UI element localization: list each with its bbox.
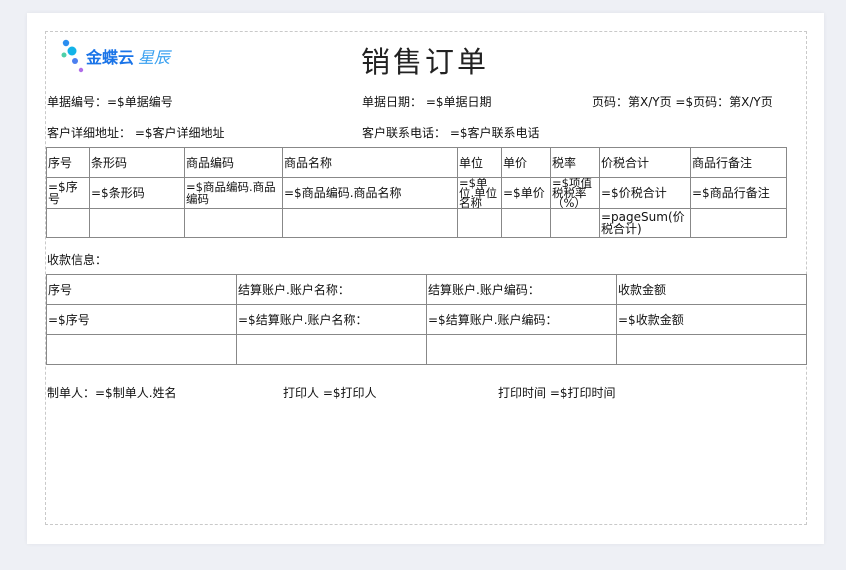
table-cell (690, 208, 787, 238)
logo-dots-icon (61, 39, 84, 73)
goods-sum-row: =pageSum(价税合计) (46, 208, 787, 238)
table-cell: =$条形码 (89, 177, 185, 209)
brand-logo: 金蝶云 星辰 (60, 38, 180, 74)
table-cell: =$序号 (46, 304, 237, 335)
logo-text: 金蝶云 星辰 (86, 44, 170, 68)
header-cell: 商品行备注 (690, 147, 787, 178)
table-cell (236, 334, 427, 365)
customer-address-field: 客户详细地址： =$客户详细地址 (47, 126, 225, 140)
table-cell (616, 334, 807, 365)
header-cell: 商品名称 (282, 147, 458, 178)
header-cell: 序号 (46, 274, 237, 305)
payment-empty-row (46, 334, 807, 365)
bill-date-field: 单据日期： =$单据日期 (362, 95, 492, 109)
header-cell: 单位 (457, 147, 502, 178)
header-cell: 商品编码 (184, 147, 283, 178)
table-cell: =$结算账户.账户编码： (426, 304, 617, 335)
table-cell: =$商品编码.商品编码 (184, 177, 283, 209)
table-cell (46, 208, 90, 238)
header-cell: 收款金额 (616, 274, 807, 305)
customer-phone-field: 客户联系电话： =$客户联系电话 (362, 126, 540, 140)
header-cell: 条形码 (89, 147, 185, 178)
logo-sub: 星辰 (138, 48, 171, 67)
bill-no-field: 单据编号：=$单据编号 (47, 95, 173, 109)
payment-table: 序号 结算账户.账户名称： 结算账户.账户编码： 收款金额 =$序号 =$结算账… (46, 274, 807, 365)
document-title: 销售订单 (360, 45, 489, 79)
table-cell (184, 208, 283, 238)
page-sum-cell: =pageSum(价税合计) (599, 208, 691, 238)
table-cell: =$单价 (501, 177, 551, 209)
payment-section-label: 收款信息： (47, 253, 108, 267)
payment-data-row: =$序号 =$结算账户.账户名称： =$结算账户.账户编码： =$收款金额 (46, 304, 807, 335)
table-cell: =$价税合计 (599, 177, 691, 209)
table-cell (282, 208, 458, 238)
table-cell: =$单位.单位名称 (457, 177, 502, 209)
table-cell: =$结算账户.账户名称： (236, 304, 427, 335)
header-cell: 结算账户.账户编码： (426, 274, 617, 305)
header-cell: 结算账户.账户名称： (236, 274, 427, 305)
table-cell (457, 208, 502, 238)
goods-table: 序号 条形码 商品编码 商品名称 单位 单价 税率 价税合计 商品行备注 =$序… (46, 147, 787, 238)
table-cell (501, 208, 551, 238)
table-cell: =$商品行备注 (690, 177, 787, 209)
header-cell: 序号 (46, 147, 90, 178)
table-cell: =$项值税税率（%） (550, 177, 600, 209)
table-cell (550, 208, 600, 238)
table-cell (46, 334, 237, 365)
maker-field: 制单人：=$制单人.姓名 (47, 386, 177, 400)
header-cell: 税率 (550, 147, 600, 178)
header-cell: 价税合计 (599, 147, 691, 178)
table-cell: =$序号 (46, 177, 90, 209)
table-cell: =$商品编码.商品名称 (282, 177, 458, 209)
payment-header-row: 序号 结算账户.账户名称： 结算账户.账户编码： 收款金额 (46, 274, 807, 305)
table-cell (89, 208, 185, 238)
page-number-field: 页码：第X/Y页 =$页码：第X/Y页 (592, 95, 773, 109)
goods-header-row: 序号 条形码 商品编码 商品名称 单位 单价 税率 价税合计 商品行备注 (46, 147, 787, 178)
header-cell: 单价 (501, 147, 551, 178)
table-cell (426, 334, 617, 365)
printer-field: 打印人 =$打印人 (283, 386, 377, 400)
logo-brand: 金蝶云 (86, 48, 135, 67)
print-time-field: 打印时间 =$打印时间 (498, 386, 616, 400)
goods-data-row: =$序号 =$条形码 =$商品编码.商品编码 =$商品编码.商品名称 =$单位.… (46, 177, 787, 209)
table-cell: =$收款金额 (616, 304, 807, 335)
